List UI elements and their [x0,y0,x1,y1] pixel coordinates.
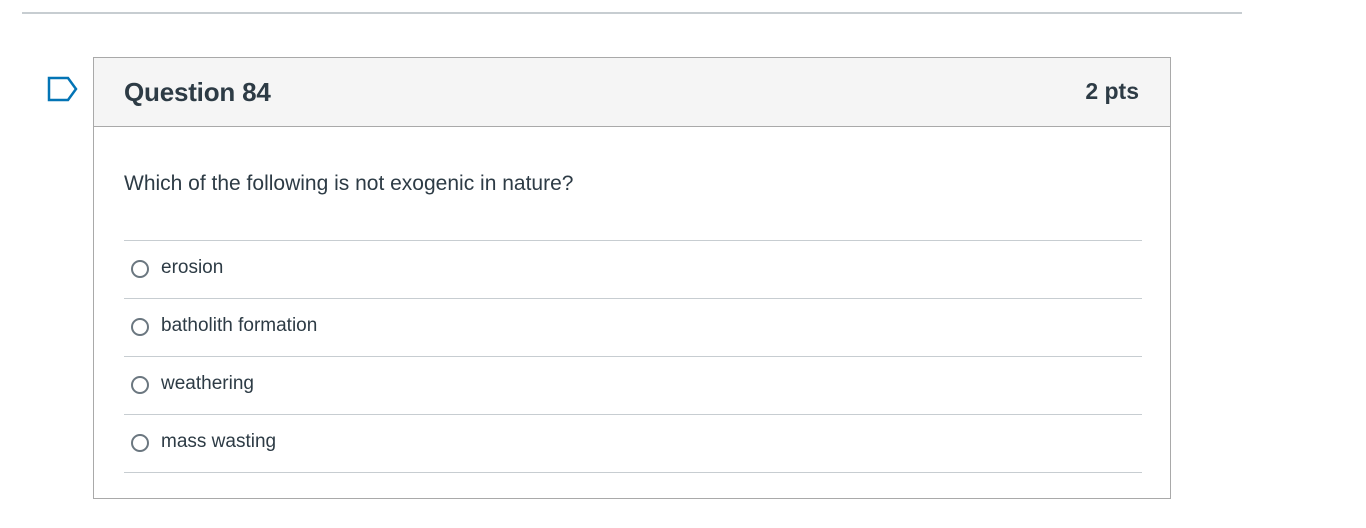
question-card: Question 84 2 pts Which of the following… [93,57,1171,499]
answer-option[interactable]: batholith formation [124,299,1142,357]
radio-button[interactable] [131,434,149,452]
radio-button[interactable] [131,318,149,336]
answer-label[interactable]: mass wasting [161,431,276,453]
question-points: 2 pts [1085,78,1139,104]
question-text: Which of the following is not exogenic i… [124,172,574,195]
radio-button[interactable] [131,260,149,278]
answer-list: erosion batholith formation weathering m… [124,240,1142,473]
answer-label[interactable]: batholith formation [161,315,317,337]
answer-label[interactable]: erosion [161,257,223,279]
question-title: Question 84 [124,77,271,107]
answer-label[interactable]: weathering [161,373,254,395]
answer-option[interactable]: weathering [124,357,1142,415]
flag-question-icon[interactable] [47,76,79,102]
top-divider [22,12,1242,14]
answer-option[interactable]: erosion [124,241,1142,299]
radio-button[interactable] [131,376,149,394]
question-header: Question 84 2 pts [94,58,1170,127]
answer-option[interactable]: mass wasting [124,415,1142,473]
